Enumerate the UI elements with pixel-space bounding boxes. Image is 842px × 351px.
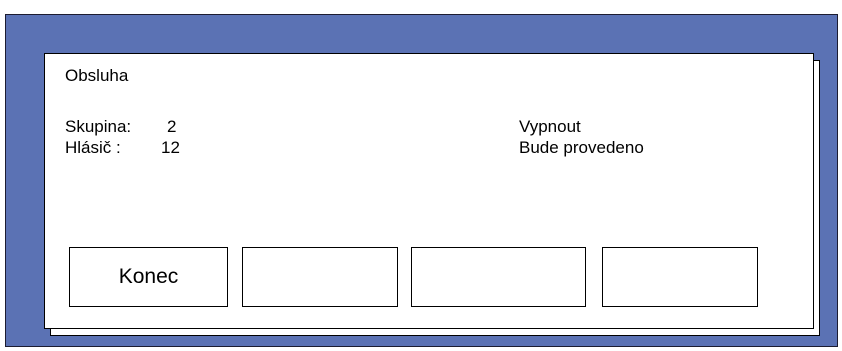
panel-title: Obsluha bbox=[65, 66, 129, 85]
detector-value: 12 bbox=[161, 138, 180, 157]
action-label: Vypnout bbox=[519, 117, 581, 136]
action-status: Bude provedeno bbox=[519, 138, 644, 157]
konec-button[interactable]: Konec bbox=[69, 247, 228, 307]
service-panel: Obsluha Skupina: 2 Hlásič : 12 Vypnout B… bbox=[44, 53, 814, 329]
group-label: Skupina: bbox=[65, 117, 132, 136]
function-button-3[interactable] bbox=[411, 247, 586, 307]
detector-label: Hlásič : bbox=[65, 138, 121, 157]
group-value: 2 bbox=[167, 117, 177, 136]
function-button-4[interactable] bbox=[602, 247, 758, 307]
function-button-2[interactable] bbox=[242, 247, 398, 307]
